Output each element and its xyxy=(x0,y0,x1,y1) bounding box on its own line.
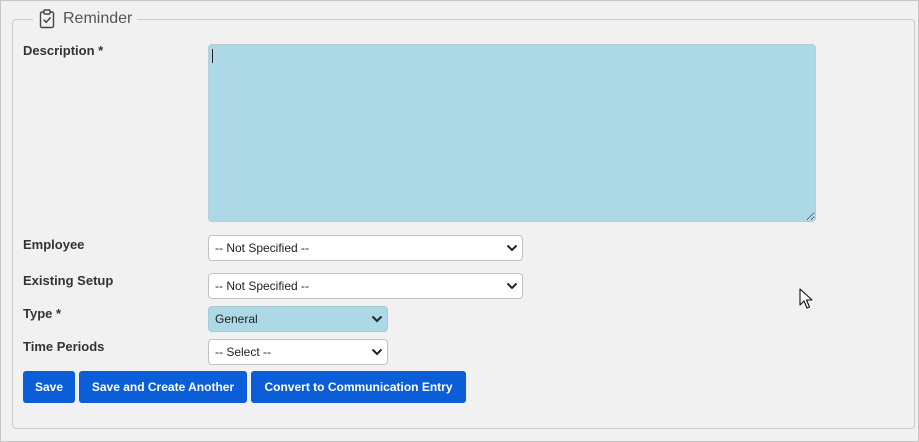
clipboard-check-icon xyxy=(38,8,56,30)
chevron-down-icon xyxy=(367,348,387,356)
chevron-down-icon xyxy=(502,244,522,252)
employee-select[interactable]: -- Not Specified -- xyxy=(208,235,523,261)
time-periods-selected-value: -- Select -- xyxy=(215,345,272,359)
existing-setup-label: Existing Setup xyxy=(23,273,114,288)
description-textarea[interactable] xyxy=(208,44,816,222)
text-caret xyxy=(212,49,213,63)
type-select[interactable]: General xyxy=(208,306,388,332)
employee-label: Employee xyxy=(23,237,85,252)
legend-title: Reminder xyxy=(63,10,133,27)
existing-setup-selected-value: -- Not Specified -- xyxy=(215,279,310,293)
existing-setup-select[interactable]: -- Not Specified -- xyxy=(208,273,523,299)
description-label: Description * xyxy=(23,43,104,58)
type-label: Type * xyxy=(23,306,62,321)
mouse-pointer-icon xyxy=(799,288,813,310)
time-periods-label: Time Periods xyxy=(23,339,105,354)
convert-to-communication-entry-button[interactable]: Convert to Communication Entry xyxy=(251,371,466,403)
fieldset-legend: Reminder xyxy=(33,8,138,30)
chevron-down-icon xyxy=(367,315,387,323)
chevron-down-icon xyxy=(502,282,522,290)
save-button[interactable]: Save xyxy=(23,371,75,403)
time-periods-select[interactable]: -- Select -- xyxy=(208,339,388,365)
type-selected-value: General xyxy=(215,312,258,326)
save-and-create-another-button[interactable]: Save and Create Another xyxy=(79,371,247,403)
employee-selected-value: -- Not Specified -- xyxy=(215,241,310,255)
